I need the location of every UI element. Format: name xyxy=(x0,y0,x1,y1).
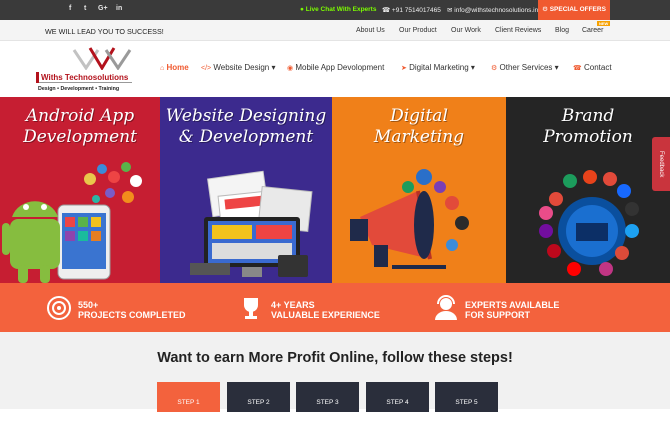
nav-home[interactable]: ⌂ Home xyxy=(160,63,189,72)
linkedin-icon[interactable]: in xyxy=(116,5,122,12)
code-icon: </> xyxy=(201,65,212,72)
blog-link[interactable]: Blog xyxy=(555,27,569,34)
rocket-icon: ➤ xyxy=(401,65,407,72)
nav-other-services[interactable]: ⚙ Other Services ▾ xyxy=(491,63,559,72)
special-offers-button[interactable]: ⚙ SPECIAL OFFERS xyxy=(538,0,610,20)
live-chat-label: Live Chat With Experts xyxy=(305,6,377,13)
step-4-tab[interactable]: STEP 4 xyxy=(366,382,429,412)
phone-icon: ☎ xyxy=(573,65,582,72)
trophy-icon xyxy=(244,298,258,319)
chevron-down-icon: ▾ xyxy=(470,63,475,72)
step-3-tab[interactable]: STEP 3 xyxy=(296,382,359,412)
phone-number: +91 7514017465 xyxy=(391,7,441,14)
logo-subtitle: Design • Development • Training xyxy=(38,86,120,92)
step-2-tab[interactable]: STEP 2 xyxy=(227,382,290,412)
google-plus-icon[interactable]: G+ xyxy=(98,5,108,12)
support-agent-icon xyxy=(435,295,457,320)
secondary-bar: WE WILL LEAD YOU TO SUCCESS! About Us Ou… xyxy=(0,20,670,41)
banner-digital-marketing[interactable]: Digital Marketing xyxy=(332,97,506,283)
special-offers-label: SPECIAL OFFERS xyxy=(549,6,606,13)
banner-title: Digital Marketing xyxy=(373,106,465,147)
our-product-link[interactable]: Our Product xyxy=(399,27,437,34)
feedback-tab[interactable]: Feedback xyxy=(652,137,670,191)
social-globe-illustration xyxy=(539,170,639,276)
banner-title: Website Designing & Development xyxy=(165,106,327,147)
stat-projects: 550+ PROJECTS COMPLETED xyxy=(78,300,186,320)
nav-mobile-app[interactable]: ◉ Mobile App Devolopment xyxy=(287,63,384,72)
phone-link[interactable]: ☎ +91 7514017465 xyxy=(382,6,441,14)
banner-brand-promotion[interactable]: Brand Promotion xyxy=(506,97,670,283)
chevron-down-icon: ▾ xyxy=(554,63,559,72)
chevron-down-icon: ▾ xyxy=(271,63,276,72)
megaphone-illustration xyxy=(350,169,469,269)
step-5-tab[interactable]: STEP 5 xyxy=(435,382,498,412)
banner-website[interactable]: Website Designing & Development xyxy=(160,97,332,283)
tagline: WE WILL LEAD YOU TO SUCCESS! xyxy=(45,27,164,36)
about-us-link[interactable]: About Us xyxy=(356,27,385,34)
career-link[interactable]: Career xyxy=(582,27,603,34)
steps-heading: Want to earn More Profit Online, follow … xyxy=(157,350,513,366)
android-icon: ◉ xyxy=(287,65,294,72)
facebook-icon[interactable]: f xyxy=(69,5,71,12)
nav-website-design[interactable]: </> Website Design ▾ xyxy=(201,63,276,72)
banner-android[interactable]: Android App Development xyxy=(0,97,160,283)
our-work-link[interactable]: Our Work xyxy=(451,27,481,34)
stat-support: EXPERTS AVAILABLE FOR SUPPORT xyxy=(465,300,560,320)
nav-digital-marketing[interactable]: ➤ Digital Marketing ▾ xyxy=(401,63,475,72)
stats-bar: 550+ PROJECTS COMPLETED 4+ YEARS VALUABLE … xyxy=(0,283,670,332)
new-badge: NEW xyxy=(597,21,611,26)
step-1-tab[interactable]: STEP 1 xyxy=(157,382,220,412)
nav-contact[interactable]: ☎ Contact xyxy=(573,63,612,72)
live-chat-link[interactable]: ● Live Chat With Experts xyxy=(300,6,376,13)
steps-section: Want to earn More Profit Online, follow … xyxy=(0,332,670,412)
email-link[interactable]: ✉ info@withstechnosolutions.in xyxy=(447,6,538,14)
email-address: info@withstechnosolutions.in xyxy=(454,7,539,14)
stat-experience: 4+ YEARS VALUABLE EXPERIENCE xyxy=(271,300,380,320)
twitter-icon[interactable]: t xyxy=(84,5,86,12)
logo-mark-icon xyxy=(72,47,132,70)
target-icon xyxy=(47,296,71,320)
header: Withs Technosolutions Design • Developme… xyxy=(0,41,670,134)
logo-name: Withs Technosolutions xyxy=(36,72,132,83)
top-bar: f t G+ in ● Live Chat With Experts ☎ +91… xyxy=(0,0,670,20)
website-illustration xyxy=(190,170,313,277)
banner-title: Brand Promotion xyxy=(543,106,633,147)
logo[interactable]: Withs Technosolutions Design • Developme… xyxy=(36,46,136,94)
android-illustration xyxy=(2,162,142,283)
gear-icon: ⚙ xyxy=(491,65,498,72)
home-icon: ⌂ xyxy=(160,65,165,72)
banner-title: Android App Development xyxy=(23,106,137,147)
client-reviews-link[interactable]: Client Reviews xyxy=(495,27,541,34)
